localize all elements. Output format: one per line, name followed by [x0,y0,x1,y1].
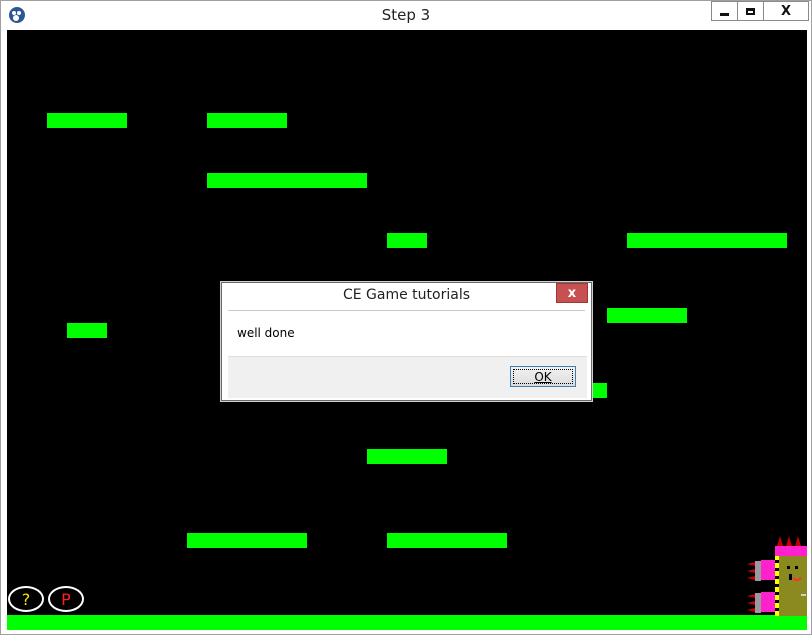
minimize-icon [712,2,737,20]
window-title: Step 3 [381,6,431,24]
platform [387,533,507,548]
message-dialog: CE Game tutorials x well done OK [221,282,592,401]
title-bar[interactable]: Step 3 X [1,1,811,29]
floor [7,615,807,630]
platform [187,533,307,548]
help-icon: ? [21,589,31,609]
platform [67,323,107,338]
platform [207,113,287,128]
minimize-button[interactable] [711,1,738,21]
platform [47,113,127,128]
pause-button[interactable]: P [48,586,84,612]
maximize-icon [738,2,763,20]
platform [207,173,367,188]
close-button[interactable]: X [763,1,809,21]
dialog-message: well done [237,326,295,340]
close-icon: x [567,285,577,301]
tower-enemy-sprite [747,536,807,616]
dialog-footer: OK [228,356,587,398]
ok-button[interactable]: OK [510,366,576,387]
platform [607,308,687,323]
platform [387,233,427,248]
divider [228,310,585,311]
platform [627,233,787,248]
ok-button-label: OK [534,369,552,384]
close-icon: X [780,3,792,19]
pause-icon: P [61,589,71,609]
app-window: Step 3 X ? P CE Game tutorials x well do… [0,0,812,635]
window-controls: X [711,1,809,22]
platform [367,449,447,464]
dialog-title: CE Game tutorials [342,287,471,303]
maximize-button[interactable] [737,1,764,21]
dialog-close-button[interactable]: x [556,283,588,303]
help-button[interactable]: ? [8,586,44,612]
